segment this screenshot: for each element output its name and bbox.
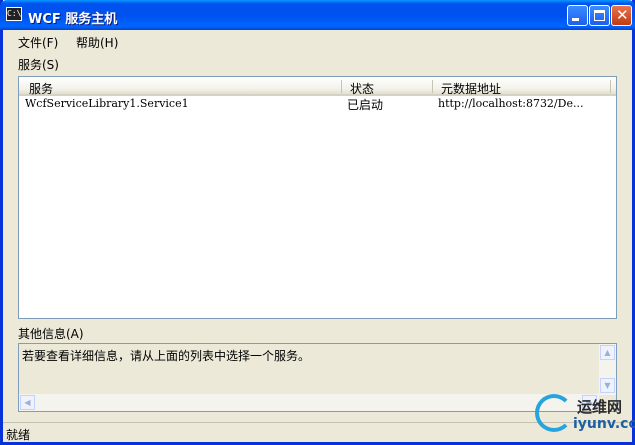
cell-status: 已启动	[347, 98, 384, 112]
status-text: 就绪	[6, 428, 31, 442]
menu-help[interactable]: 帮助(H)	[76, 34, 118, 51]
column-header-metadata[interactable]: 元数据地址	[441, 80, 501, 97]
services-label: 服务(S)	[18, 58, 59, 72]
scroll-up-icon[interactable]: ▲	[600, 345, 615, 360]
maximize-button[interactable]	[589, 5, 610, 26]
app-icon: C:\	[6, 7, 22, 21]
list-header: 服务 状态 元数据地址	[19, 77, 616, 96]
info-text: 若要查看详细信息，请从上面的列表中选择一个服务。	[22, 349, 311, 363]
column-divider[interactable]	[341, 80, 342, 93]
maximize-icon	[594, 10, 605, 21]
column-header-status[interactable]: 状态	[350, 80, 374, 97]
close-icon: ✕	[616, 6, 629, 24]
vertical-scrollbar[interactable]: ▲ ▼	[599, 344, 616, 395]
main-window: C:\ WCF 服务主机 ✕ 文件(F) 帮助(H) 服务(S) 服务 状态 元…	[0, 0, 635, 445]
horizontal-scrollbar[interactable]: ◀ ▶	[19, 394, 599, 411]
column-header-service[interactable]: 服务	[29, 80, 53, 97]
menu-bar: 文件(F) 帮助(H)	[3, 30, 632, 50]
minimize-button[interactable]	[567, 5, 588, 26]
watermark-logo: 运维网 iyunv.com	[535, 392, 635, 437]
watermark-en: iyunv.com	[573, 416, 635, 432]
title-bar[interactable]: C:\ WCF 服务主机 ✕	[0, 0, 635, 30]
cell-metadata-address: http://localhost:8732/De...	[438, 97, 584, 110]
watermark-ring-icon	[535, 394, 573, 432]
scroll-down-icon[interactable]: ▼	[600, 378, 615, 393]
watermark-cn: 运维网	[577, 398, 623, 416]
column-divider[interactable]	[610, 80, 611, 93]
minimize-icon	[572, 18, 579, 21]
services-list[interactable]: 服务 状态 元数据地址 WcfServiceLibrary1.Service1 …	[18, 76, 617, 319]
info-label: 其他信息(A)	[18, 327, 84, 341]
scroll-left-icon[interactable]: ◀	[20, 395, 35, 410]
window-title: WCF 服务主机	[28, 12, 118, 27]
info-textbox[interactable]: 若要查看详细信息，请从上面的列表中选择一个服务。 ▲ ▼ ◀ ▶	[18, 343, 617, 412]
close-button[interactable]: ✕	[611, 5, 632, 26]
menu-file[interactable]: 文件(F)	[18, 34, 58, 51]
column-divider[interactable]	[432, 80, 433, 93]
cell-service-name: WcfServiceLibrary1.Service1	[25, 97, 189, 110]
